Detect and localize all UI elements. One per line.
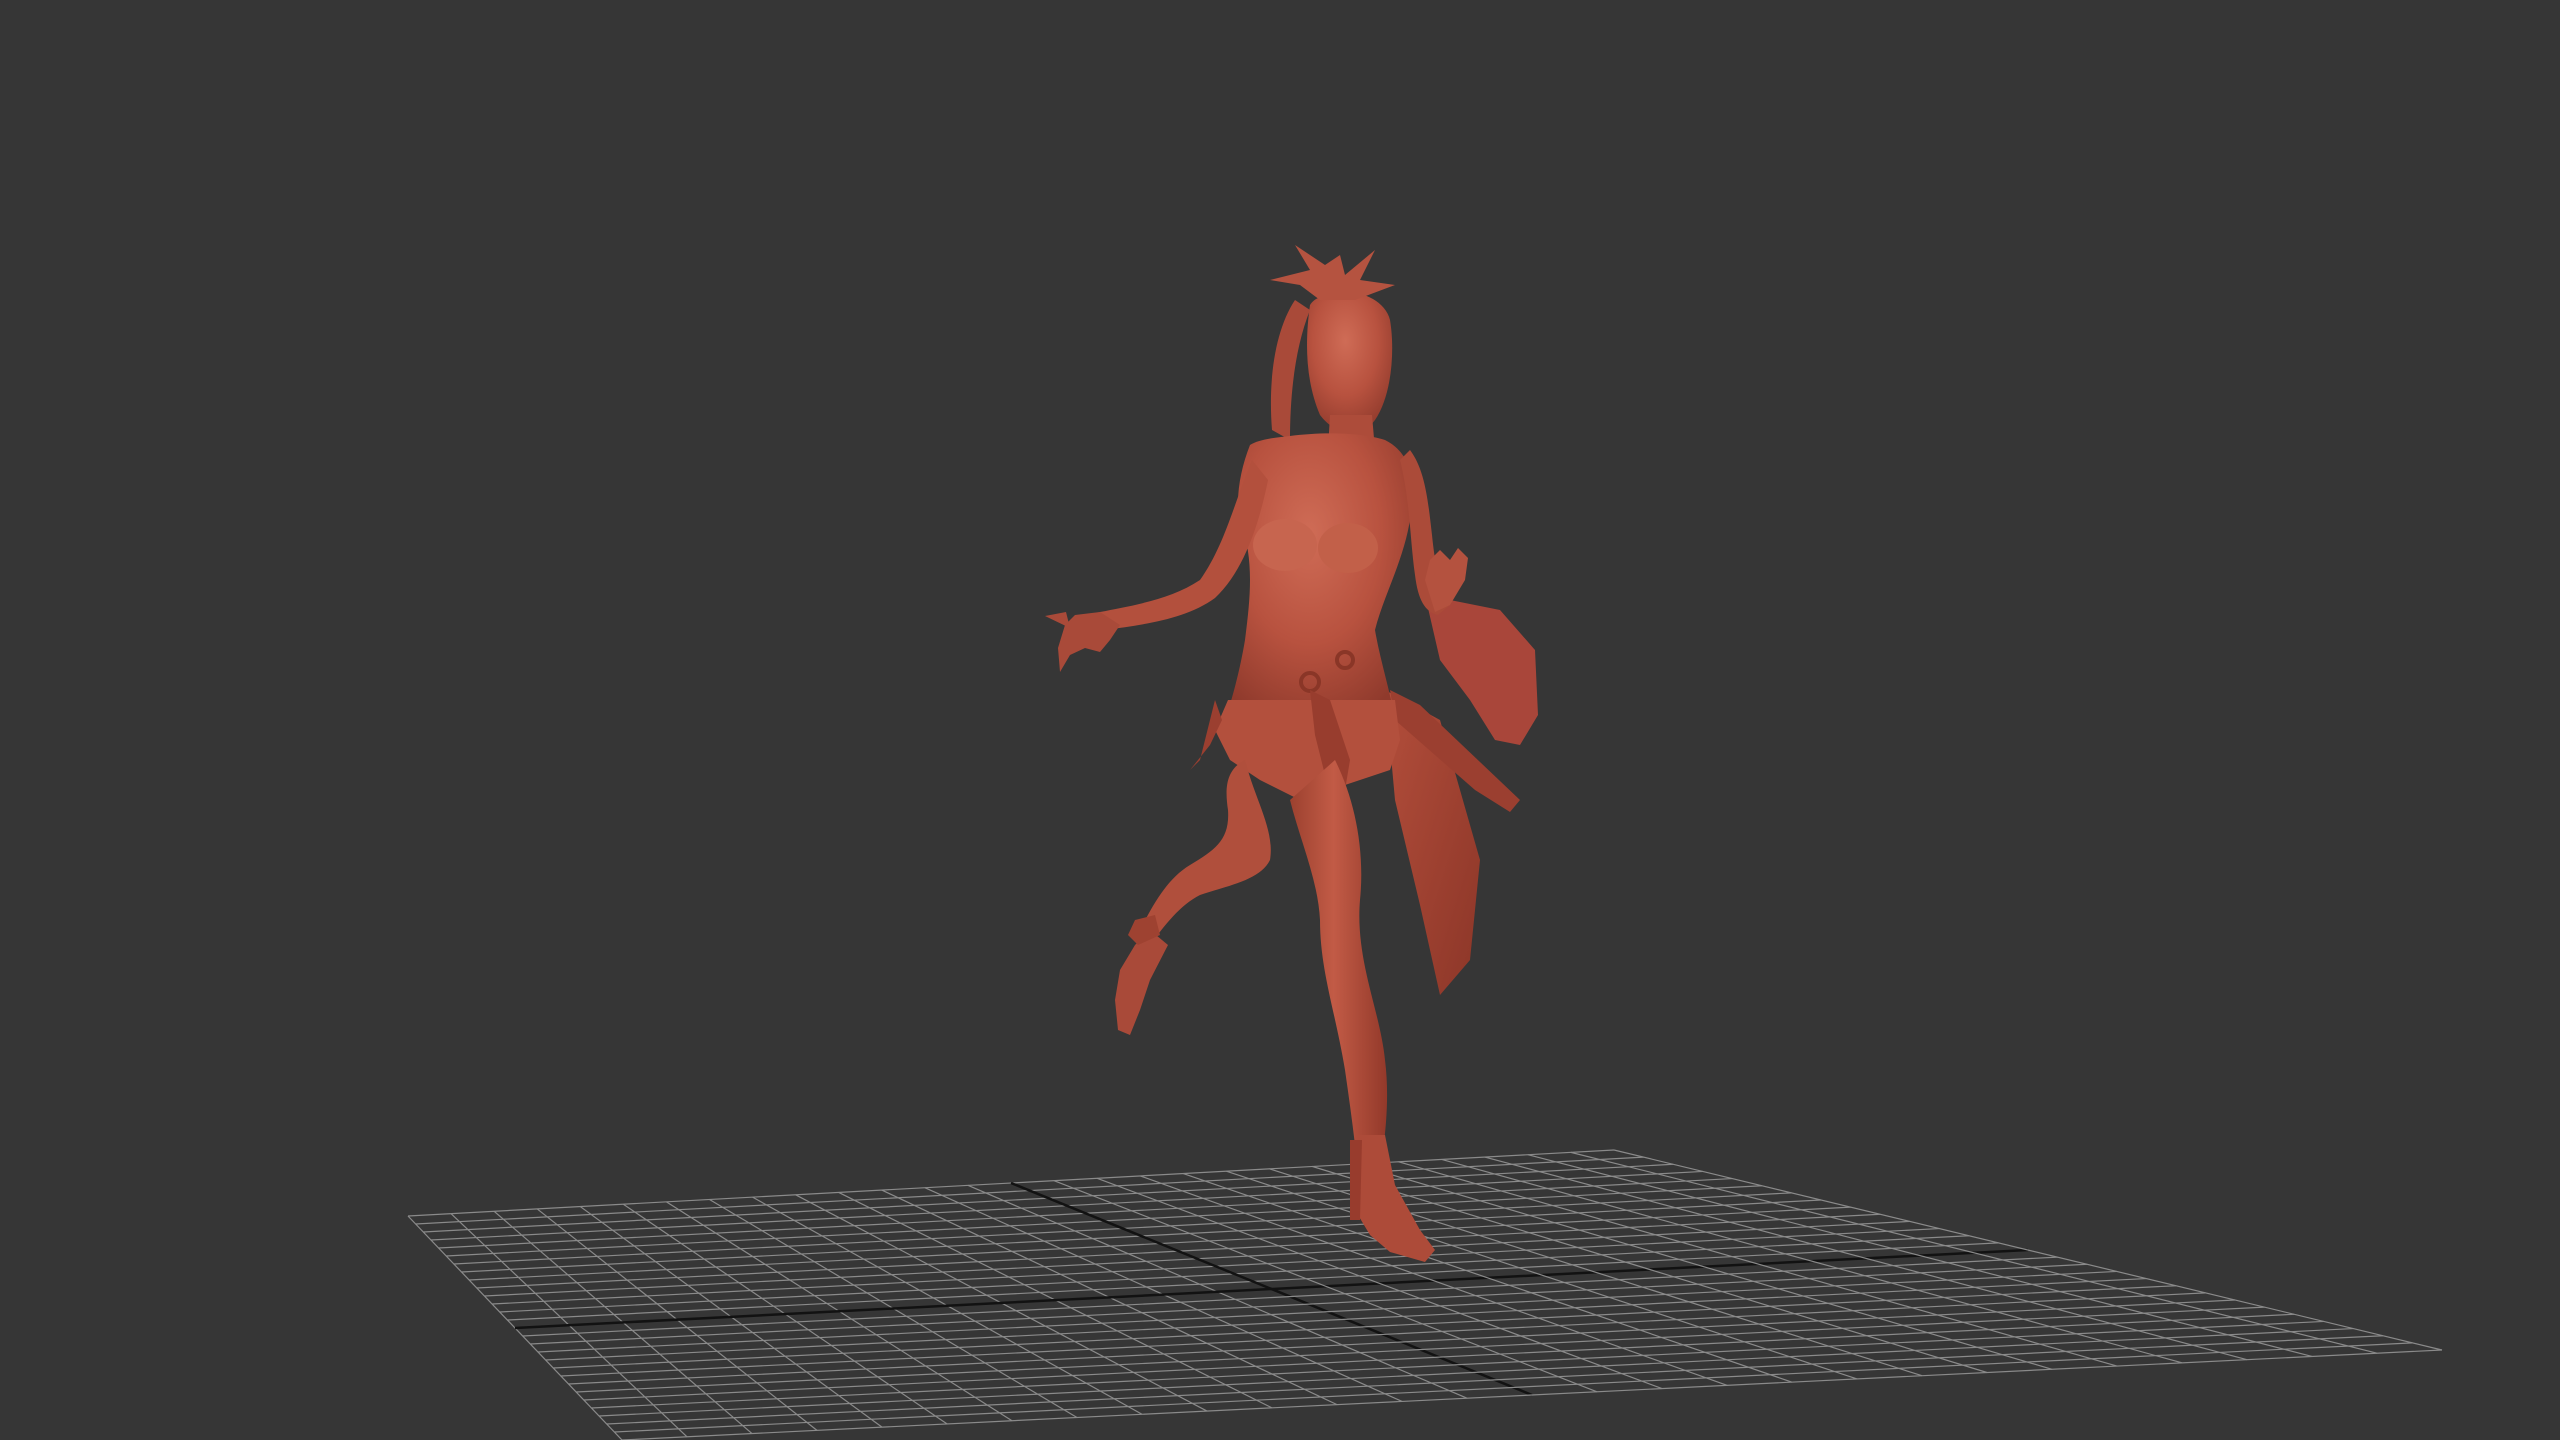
grid-line [591,1320,2324,1409]
grid-line [606,1335,2383,1425]
grid-line [614,1342,2413,1433]
ground-grid [407,1149,2443,1440]
grid-line [1441,1158,2183,1364]
grid-line [1484,1156,2248,1361]
grid-line [599,1327,2354,1417]
grid-line [1183,1173,1793,1383]
grid-line [1053,1180,1598,1393]
3d-viewport[interactable] [0,0,2560,1440]
character-model[interactable] [1045,245,1538,1262]
grid-line [1527,1154,2313,1358]
grid-line [621,1349,2443,1440]
grid-line [583,1313,2295,1401]
grid-line [1570,1151,2378,1354]
viewport-canvas[interactable] [0,0,2560,1440]
